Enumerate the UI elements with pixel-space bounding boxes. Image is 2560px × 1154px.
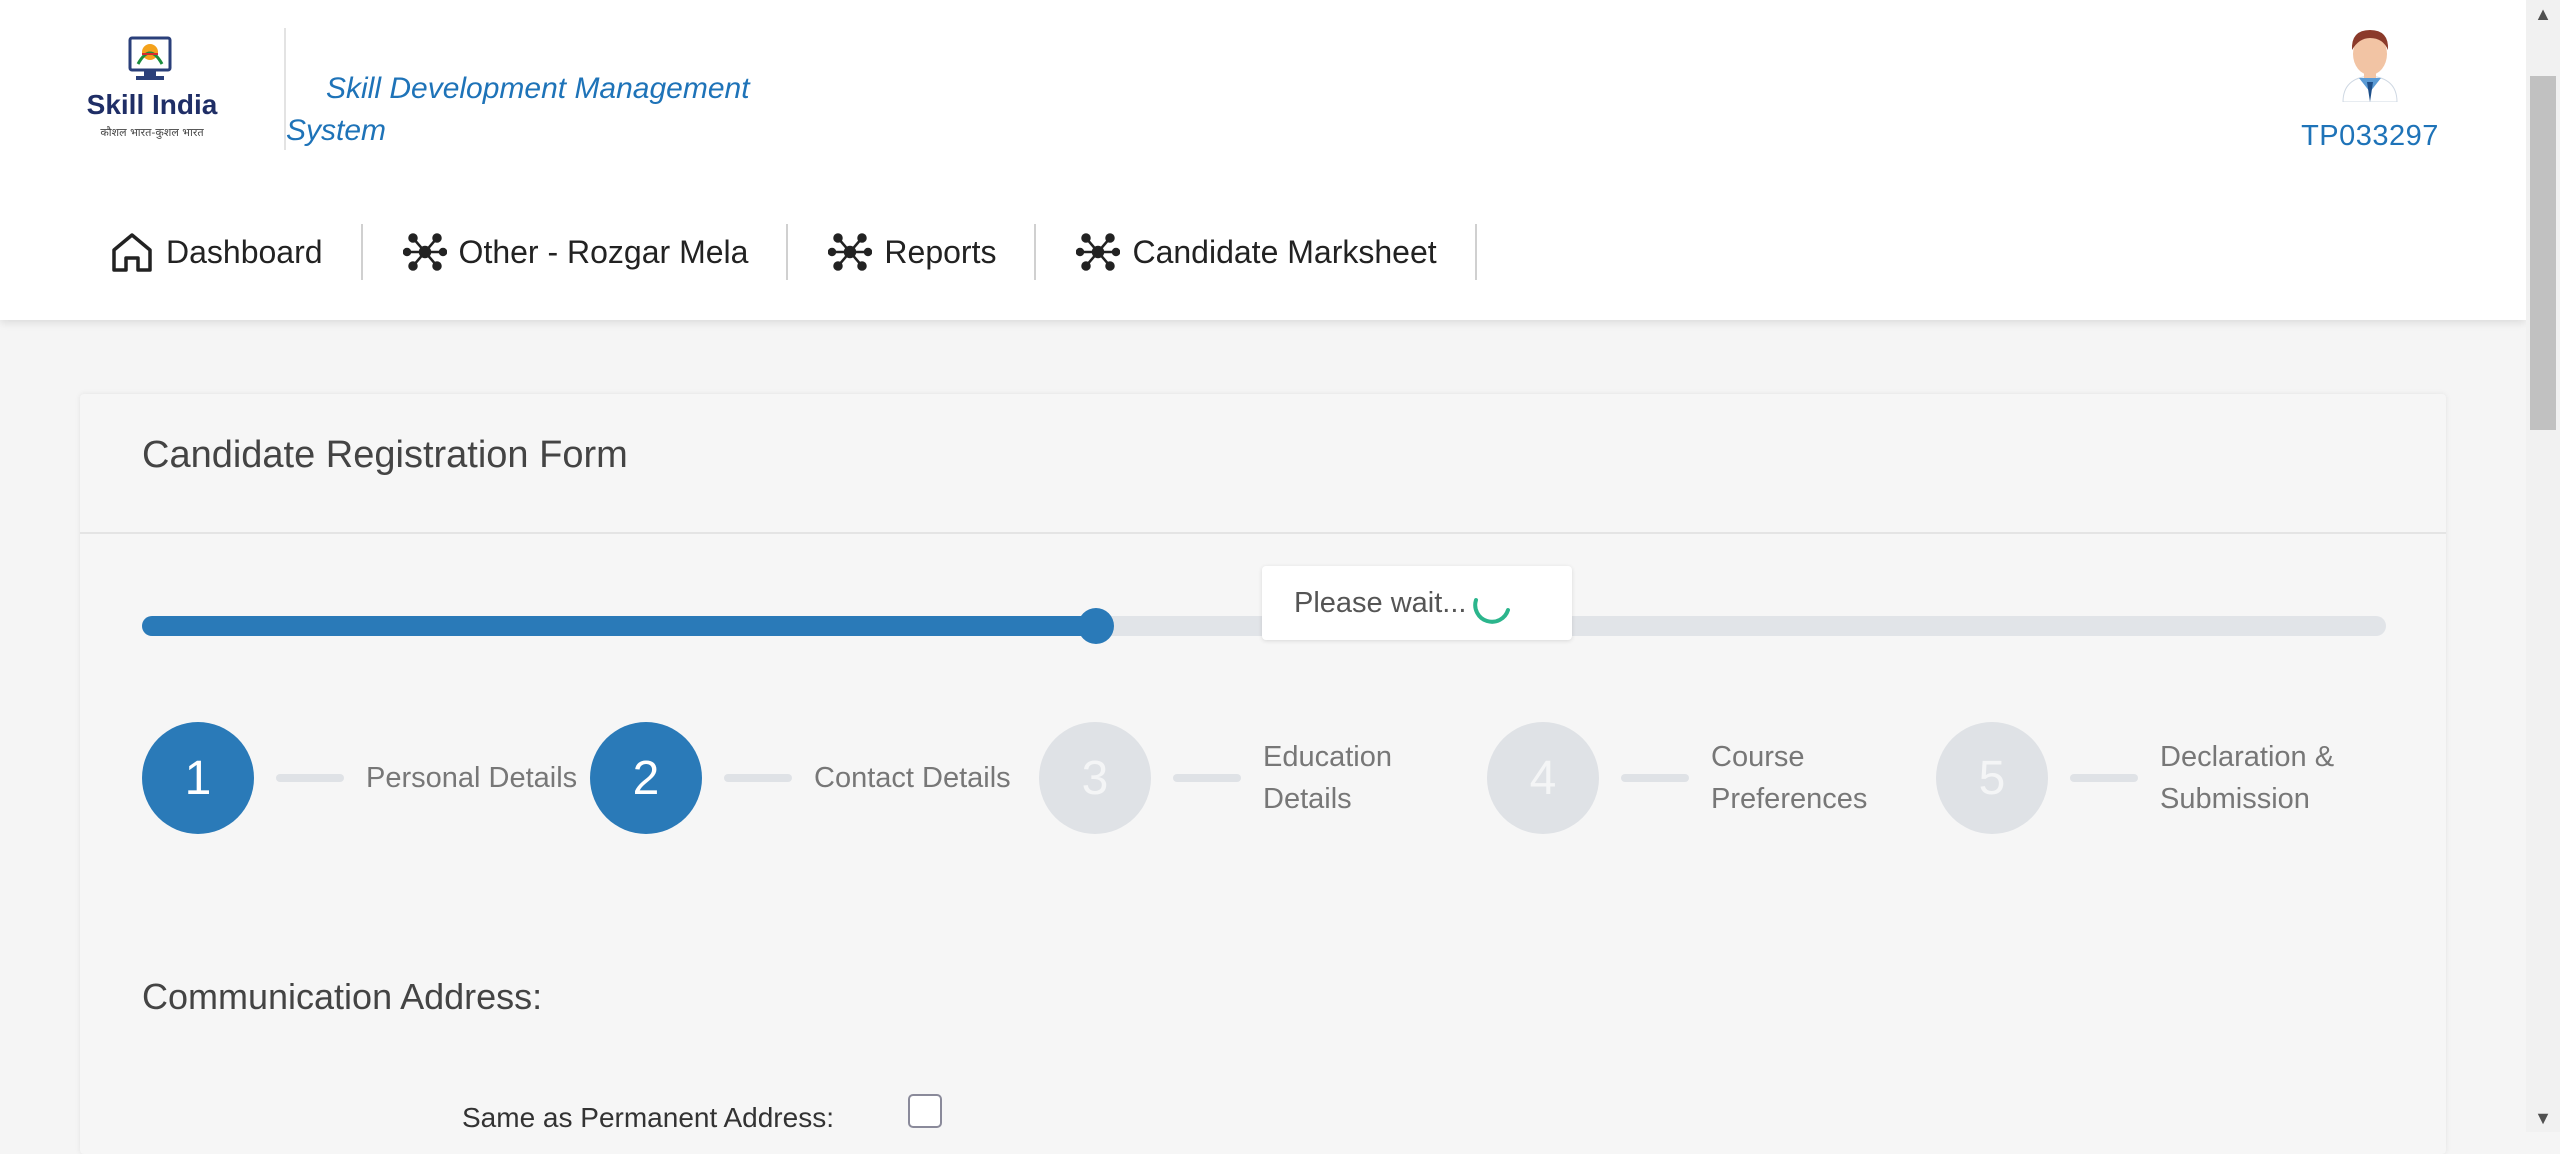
home-icon (112, 233, 152, 272)
app-header: Skill India कौशल भारत-कुशल भारत Skill De… (0, 0, 2526, 320)
nav-item-candidate-marksheet[interactable]: Candidate Marksheet (1036, 220, 1477, 284)
scroll-down-arrow-icon[interactable]: ▼ (2526, 1104, 2560, 1132)
network-icon (402, 233, 447, 271)
scroll-thumb[interactable] (2530, 76, 2556, 430)
app-title-line1: Skill Development Management (326, 72, 750, 105)
form-stepper: 1 Personal Details 2 Contact Details 3 E… (142, 720, 2442, 836)
progress-knob (1077, 608, 1114, 644)
communication-address-heading: Communication Address: (142, 976, 543, 1017)
network-icon (828, 233, 873, 271)
step-connector (1621, 774, 1689, 782)
step-label: Course Preferences (1711, 741, 1868, 815)
same-as-permanent-label: Same as Permanent Address: (462, 1102, 834, 1133)
step-contact-details[interactable]: 2 Contact Details (590, 720, 1011, 836)
main-nav: Dashboard Other - Rozgar Mela Reports Ca… (0, 220, 1477, 284)
nav-item-reports[interactable]: Reports (788, 220, 1037, 284)
network-icon (1076, 233, 1121, 271)
step-label: Declaration & Submission (2160, 741, 2335, 815)
step-connector (2070, 774, 2138, 782)
nav-label-reports: Reports (884, 233, 997, 270)
nav-label-candidate-marksheet: Candidate Marksheet (1132, 233, 1437, 270)
card-header: Candidate Registration Form (80, 394, 2446, 534)
svg-text:Skill India: Skill India (87, 89, 218, 120)
step-number: 1 (142, 722, 254, 834)
step-number: 4 (1487, 722, 1599, 834)
app-title-line2: System (286, 114, 387, 147)
step-number: 2 (590, 722, 702, 834)
step-label: Contact Details (814, 762, 1011, 794)
skill-india-logo[interactable]: Skill India कौशल भारत-कुशल भारत (82, 34, 222, 150)
progress-fill (142, 616, 1096, 636)
user-avatar-icon[interactable] (2335, 26, 2405, 102)
user-menu[interactable]: TP033297 (2290, 26, 2450, 153)
app-title: Skill Development Management System (286, 68, 786, 152)
step-number: 3 (1039, 722, 1151, 834)
registration-form-card: Candidate Registration Form Please wait.… (80, 394, 2446, 1154)
loading-spinner-icon (1473, 598, 1510, 624)
scroll-up-arrow-icon[interactable]: ▲ (2526, 0, 2560, 28)
step-connector (1173, 774, 1241, 782)
same-as-permanent-checkbox[interactable] (908, 1094, 942, 1128)
nav-item-rozgar-mela[interactable]: Other - Rozgar Mela (363, 220, 789, 284)
step-declaration-submission[interactable]: 5 Declaration & Submission (1936, 720, 2334, 836)
step-connector (724, 774, 792, 782)
loading-popup: Please wait... (1262, 566, 1572, 640)
user-id[interactable]: TP033297 (2290, 120, 2450, 153)
form-title: Candidate Registration Form (142, 434, 628, 476)
page-scrollbar[interactable]: ▲ ▼ (2526, 0, 2560, 1132)
svg-text:कौशल भारत-कुशल भारत: कौशल भारत-कुशल भारत (100, 126, 204, 139)
nav-item-dashboard[interactable]: Dashboard (0, 220, 363, 284)
nav-label-dashboard: Dashboard (166, 233, 323, 270)
step-education-details[interactable]: 3 Education Details (1039, 720, 1392, 836)
step-course-preferences[interactable]: 4 Course Preferences (1487, 720, 1867, 836)
step-label: Education Details (1263, 741, 1392, 815)
loading-text: Please wait... (1294, 586, 1467, 619)
nav-label-rozgar-mela: Other - Rozgar Mela (458, 233, 749, 270)
step-connector (276, 774, 344, 782)
step-label: Personal Details (366, 762, 578, 794)
step-number: 5 (1936, 722, 2048, 834)
step-personal-details[interactable]: 1 Personal Details (142, 720, 577, 836)
